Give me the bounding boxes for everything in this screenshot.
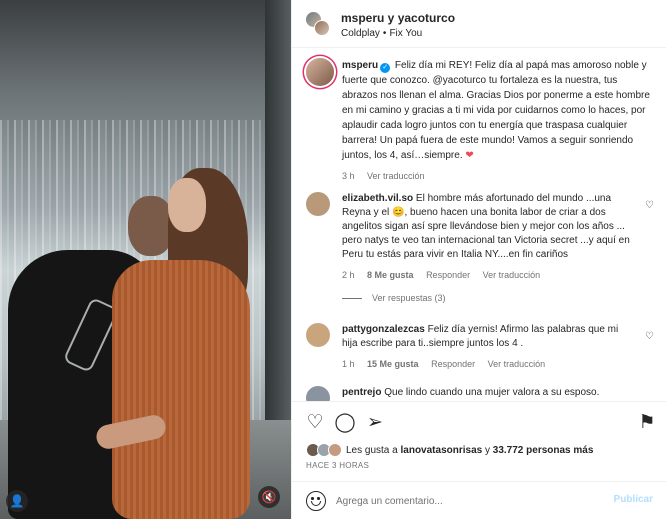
view-replies-label: Ver respuestas (3) [372, 293, 446, 303]
comments-scroll-area[interactable]: msperu ✓ Feliz día mi REY! Feliz día al p… [292, 48, 666, 401]
mute-audio-icon[interactable]: 🔇 [258, 486, 280, 508]
caption-time[interactable]: 3 h [342, 171, 355, 181]
photo-woman-dress [112, 260, 250, 519]
avatar[interactable] [306, 58, 334, 86]
comment-username[interactable]: pattygonzalezcas [342, 324, 425, 335]
reply-button[interactable]: Responder [426, 270, 470, 280]
comment-input[interactable] [336, 491, 596, 511]
likes-user[interactable]: lanovatasonrisas [401, 445, 483, 456]
red-heart-emoji: ❤ [465, 150, 474, 161]
publish-button[interactable]: Publicar [614, 494, 653, 505]
comment-like-icon[interactable]: ♡ [645, 331, 654, 342]
see-translation-link[interactable]: Ver traducción [367, 171, 425, 181]
comment-likes-count[interactable]: 8 Me gusta [367, 270, 414, 280]
like-heart-icon[interactable]: ♡ [304, 412, 326, 434]
post-photo[interactable]: 👤 🔇 [0, 0, 291, 519]
caption-meta: 3 h Ver traducción [342, 169, 652, 184]
save-bookmark-icon[interactable]: ⚑ [636, 412, 658, 434]
replies-divider [342, 298, 362, 300]
post-authors[interactable]: msperu y yacoturco [341, 11, 455, 25]
song-title: Fix You [389, 28, 423, 39]
see-translation-link[interactable]: Ver traducción [483, 270, 541, 280]
likes-summary[interactable]: Les gusta a lanovatasonrisas y 33.772 pe… [306, 443, 656, 459]
comment-text: Que lindo cuando una mujer valora a su e… [384, 387, 600, 398]
audio-track[interactable]: Coldplay • Fix You [341, 28, 422, 39]
caption-text: Feliz día mi REY! Feliz día al papá mas … [342, 60, 650, 161]
comment-bubble-icon[interactable]: ◯ [334, 412, 356, 434]
emoji-picker-icon[interactable] [306, 491, 326, 511]
avatar [314, 20, 330, 36]
likes-prefix: Les gusta a [346, 445, 398, 456]
post-header: msperu y yacoturco Coldplay • Fix You [292, 0, 666, 48]
comment-time[interactable]: 2 h [342, 270, 355, 280]
avatar [328, 443, 342, 457]
caption-username[interactable]: msperu [342, 60, 378, 71]
avatar[interactable] [306, 192, 330, 216]
user-tag-icon[interactable]: 👤 [6, 490, 28, 512]
share-paper-plane-icon[interactable]: ➢ [364, 412, 386, 434]
song-artist: Coldplay [341, 28, 380, 39]
comment-time[interactable]: 1 h [342, 359, 355, 369]
comment-username[interactable]: pentrejo [342, 387, 381, 398]
collab-avatars[interactable] [306, 12, 330, 36]
likes-count[interactable]: 33.772 personas más [493, 445, 594, 456]
comment-like-icon[interactable]: ♡ [645, 200, 654, 211]
comment-username[interactable]: elizabeth.vil.so [342, 193, 413, 204]
see-translation-link[interactable]: Ver traducción [488, 359, 546, 369]
comment-meta: 2 h 8 Me gusta Responder Ver traducción [342, 268, 630, 282]
song-separator: • [382, 28, 387, 39]
photo-woman-face [168, 178, 206, 232]
reply-button[interactable]: Responder [431, 359, 475, 369]
likes-conjunction: y [485, 445, 490, 456]
avatar[interactable] [306, 323, 330, 347]
verified-badge-icon: ✓ [380, 63, 391, 73]
action-bar: ♡ ◯ ➢ ⚑ [292, 401, 666, 441]
view-replies-button[interactable]: Ver respuestas (3) [342, 293, 446, 303]
comment-meta: 1 h 15 Me gusta Responder Ver traducción [342, 357, 630, 371]
post-time-ago[interactable]: HACE 3 HORAS [306, 461, 369, 470]
comment-likes-count[interactable]: 15 Me gusta [367, 359, 419, 369]
post-details-panel: msperu y yacoturco Coldplay • Fix You mspe… [291, 0, 666, 519]
avatar[interactable] [306, 386, 330, 401]
comment-emoji: 😊 [392, 207, 405, 218]
add-comment-bar: Publicar [292, 481, 666, 519]
